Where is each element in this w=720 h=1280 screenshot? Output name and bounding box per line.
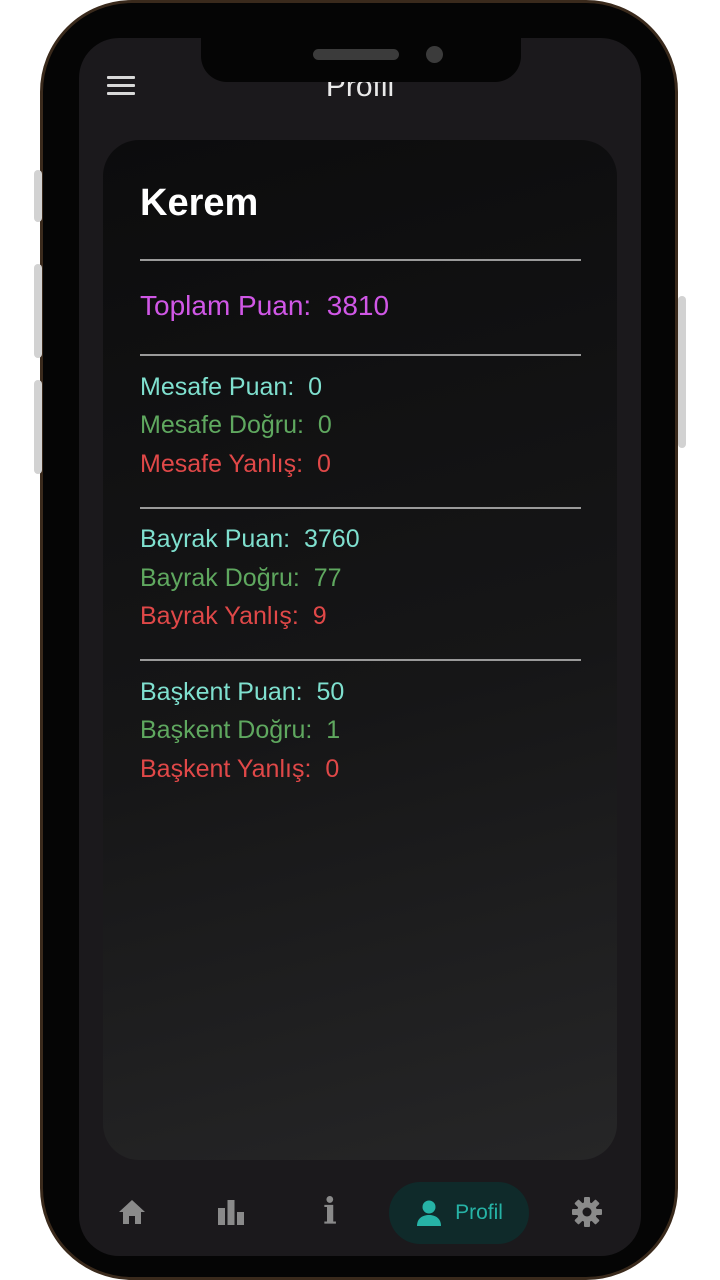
nav-info[interactable]: i: [310, 1191, 350, 1233]
bar-chart-icon: [218, 1200, 244, 1225]
baskent-puan-row: Başkent Puan: 50: [140, 678, 344, 707]
divider: [140, 659, 581, 661]
mesafe-dogru-value: 0: [317, 411, 332, 439]
divider: [140, 354, 581, 356]
baskent-puan-label: Başkent Puan:: [140, 678, 303, 706]
mesafe-yanlis-row: Mesafe Yanlış: 0: [140, 450, 331, 479]
phone-notch: [201, 38, 521, 82]
bayrak-yanlis-label: Bayrak Yanlış:: [140, 602, 299, 630]
user-name: Kerem: [140, 182, 259, 224]
mesafe-yanlis-label: Mesafe Yanlış:: [140, 450, 304, 478]
nav-stats[interactable]: [211, 1192, 251, 1232]
nav-profile-label: Profil: [455, 1201, 503, 1224]
divider: [140, 507, 581, 509]
bayrak-dogru-row: Bayrak Doğru: 77: [140, 564, 342, 593]
bayrak-puan-value: 3760: [304, 525, 360, 553]
bayrak-yanlis-value: 9: [312, 602, 327, 630]
bottom-navigation: i Profil: [79, 1168, 641, 1256]
total-score-label: Toplam Puan:: [140, 290, 312, 321]
bayrak-dogru-value: 77: [313, 564, 342, 592]
info-icon: i: [323, 1191, 337, 1233]
total-score-row: Toplam Puan: 3810: [140, 290, 389, 322]
bayrak-puan-label: Bayrak Puan:: [140, 525, 291, 553]
person-icon: [417, 1200, 442, 1226]
profile-card: Kerem Toplam Puan: 3810 Mesafe Puan: 0 M…: [103, 140, 617, 1160]
phone-side-button: [34, 170, 42, 222]
bayrak-yanlis-row: Bayrak Yanlış: 9: [140, 602, 327, 631]
bayrak-puan-row: Bayrak Puan: 3760: [140, 525, 360, 554]
speaker-grille: [313, 49, 399, 60]
baskent-dogru-value: 1: [326, 716, 341, 744]
mesafe-puan-label: Mesafe Puan:: [140, 373, 295, 401]
baskent-dogru-label: Başkent Doğru:: [140, 716, 313, 744]
mesafe-puan-value: 0: [308, 373, 323, 401]
home-icon: [119, 1200, 145, 1224]
baskent-yanlis-label: Başkent Yanlış:: [140, 755, 312, 783]
mesafe-puan-row: Mesafe Puan: 0: [140, 373, 322, 402]
mesafe-dogru-label: Mesafe Doğru:: [140, 411, 304, 439]
mesafe-yanlis-value: 0: [316, 450, 331, 478]
baskent-puan-value: 50: [316, 678, 345, 706]
baskent-dogru-row: Başkent Doğru: 1: [140, 716, 340, 745]
mesafe-dogru-row: Mesafe Doğru: 0: [140, 411, 332, 440]
baskent-yanlis-value: 0: [325, 755, 340, 783]
gear-icon: [572, 1197, 602, 1227]
front-camera: [426, 46, 443, 63]
phone-volume-down-button: [34, 380, 42, 474]
nav-profile[interactable]: Profil: [389, 1182, 529, 1244]
baskent-yanlis-row: Başkent Yanlış: 0: [140, 755, 339, 784]
phone-power-button: [678, 296, 686, 448]
bayrak-dogru-label: Bayrak Doğru:: [140, 564, 300, 592]
nav-settings[interactable]: [567, 1192, 607, 1232]
divider: [140, 259, 581, 261]
phone-volume-up-button: [34, 264, 42, 358]
nav-home[interactable]: [112, 1192, 152, 1232]
app-screen: Profil Kerem Toplam Puan: 3810 Mesafe Pu…: [79, 38, 641, 1256]
total-score-value: 3810: [326, 290, 390, 321]
